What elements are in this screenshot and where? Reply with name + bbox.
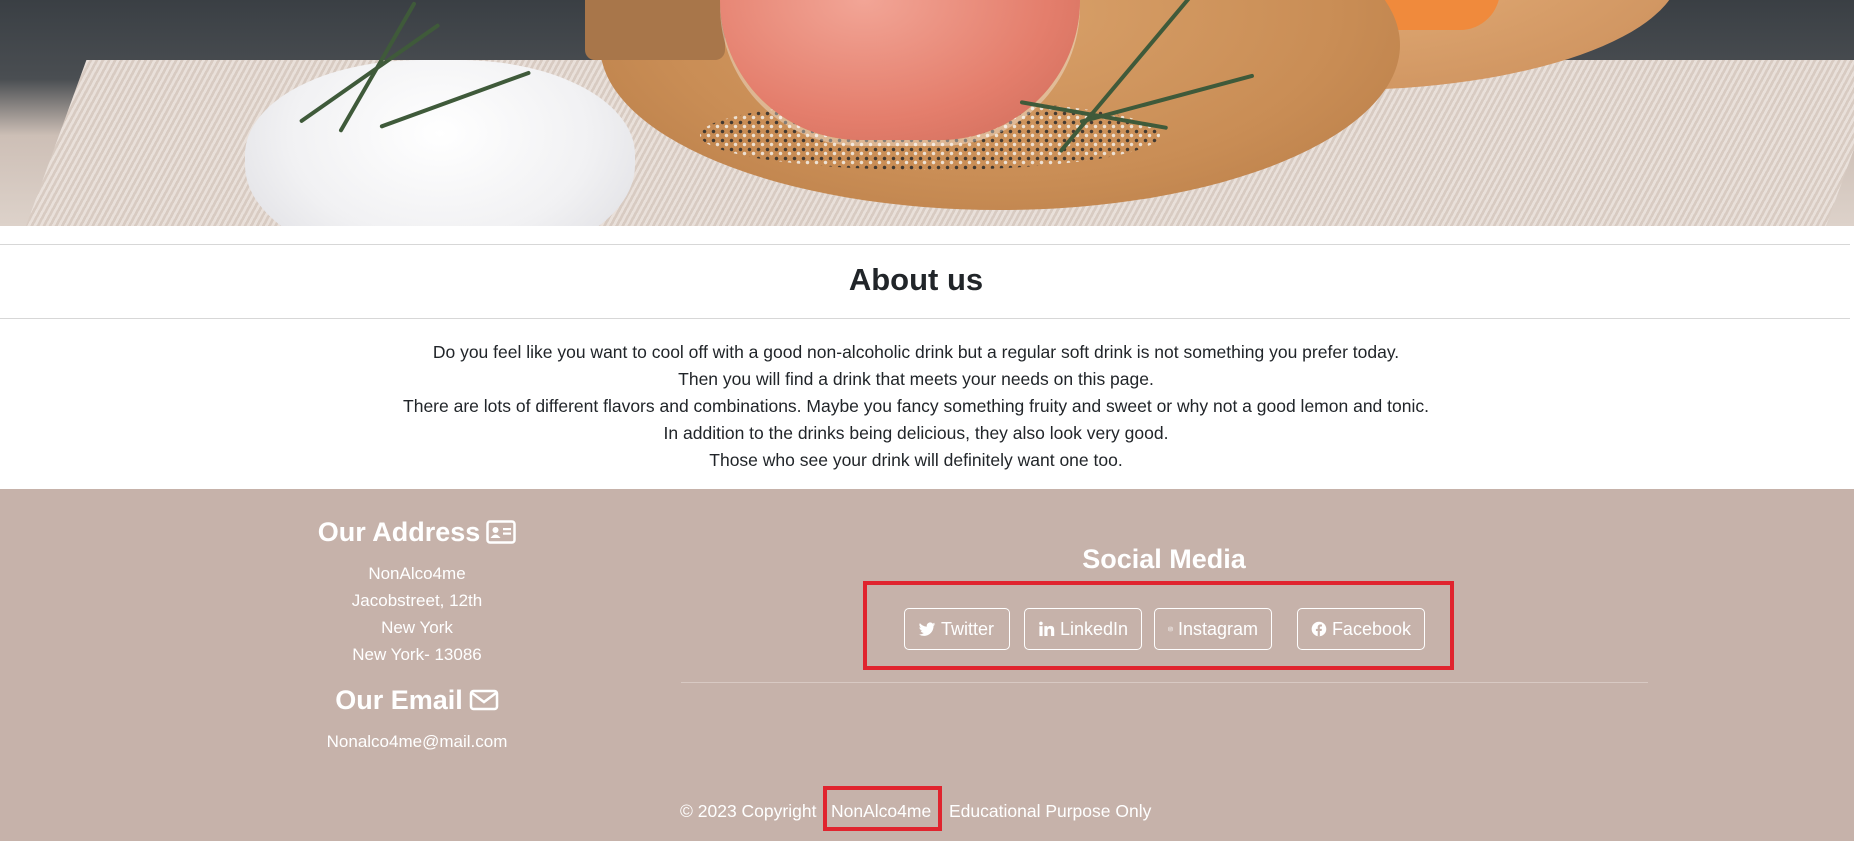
email-heading: Our Email (267, 685, 567, 719)
address-line: New York (381, 618, 453, 637)
divider-bottom (0, 318, 1850, 319)
linkedin-button[interactable]: LinkedIn (1024, 608, 1142, 650)
about-line: Then you will find a drink that meets yo… (678, 369, 1154, 389)
instagram-icon (1168, 626, 1173, 632)
facebook-label: Facebook (1331, 618, 1411, 639)
twitter-label: Twitter (941, 618, 995, 639)
instagram-button[interactable]: Instagram (1154, 608, 1272, 650)
footer-divider (681, 682, 1648, 683)
footer: Our Address NonAlco4me Jacobstreet, 12th… (0, 489, 1854, 841)
brand-link[interactable]: NonAlco4me (831, 801, 931, 822)
twitter-button[interactable]: Twitter (904, 608, 1010, 650)
twitter-icon (918, 622, 936, 636)
about-line: Those who see your drink will definitely… (709, 450, 1123, 470)
copyright-text: © 2023 Copyright (680, 801, 817, 821)
instagram-label: Instagram (1177, 618, 1258, 639)
address-lines: NonAlco4me Jacobstreet, 12th New York Ne… (267, 560, 567, 668)
address-heading: Our Address (267, 517, 567, 551)
about-line: Do you feel like you want to cool off wi… (432, 342, 1400, 362)
linkedin-label: LinkedIn (1059, 618, 1128, 639)
social-media-title: Social Media (1082, 544, 1246, 574)
about-title: About us (848, 262, 984, 297)
address-line: Jacobstreet, 12th (351, 591, 483, 610)
about-line: There are lots of different flavors and … (403, 396, 1429, 416)
divider-top (0, 244, 1850, 245)
educational-notice: Educational Purpose Only (949, 801, 1152, 821)
address-line: New York- 13086 (352, 645, 482, 664)
about-text: Do you feel like you want to cool off wi… (0, 339, 1832, 474)
address-line: NonAlco4me (368, 564, 466, 583)
hero-image (0, 0, 1854, 226)
facebook-button[interactable]: Facebook (1297, 608, 1425, 650)
facebook-icon (1311, 621, 1327, 637)
about-line: In addition to the drinks being deliciou… (663, 423, 1169, 443)
envelope-icon (469, 688, 499, 719)
email-text[interactable]: Nonalco4me@mail.com (267, 728, 567, 755)
linkedin-icon (1039, 621, 1055, 637)
address-card-icon (486, 520, 517, 551)
